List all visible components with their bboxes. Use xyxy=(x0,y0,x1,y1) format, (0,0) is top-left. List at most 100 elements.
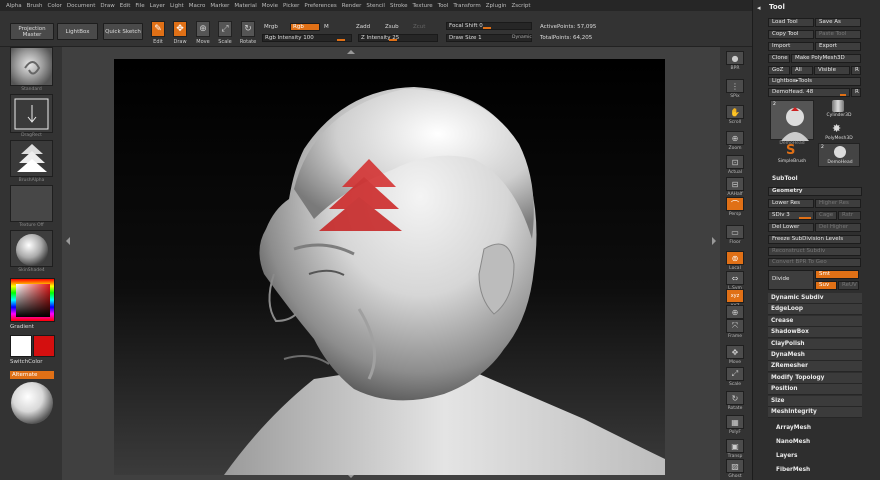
r-button-2[interactable]: R xyxy=(851,88,861,97)
menu-item[interactable]: Texture xyxy=(413,3,438,9)
geometry-item[interactable]: MeshIntegrity xyxy=(768,407,862,418)
dynamic-button[interactable]: Dynamic xyxy=(512,35,532,40)
right-shelf-button[interactable]: ▣ Transp xyxy=(723,439,747,461)
menu-item[interactable]: Marker xyxy=(210,3,234,9)
menu-item[interactable]: Stroke xyxy=(390,3,413,9)
menu-item[interactable]: Alpha xyxy=(6,3,27,9)
menu-item[interactable]: Movie xyxy=(262,3,283,9)
right-shelf-button[interactable]: ● BPR xyxy=(723,51,747,73)
menu-item[interactable]: Document xyxy=(67,3,101,9)
menu-item[interactable]: Brush xyxy=(27,3,48,9)
demohead-model[interactable] xyxy=(114,59,665,475)
m-button[interactable]: M xyxy=(324,24,329,30)
geometry-item[interactable]: Crease xyxy=(768,315,862,327)
material-thumbnail[interactable] xyxy=(10,230,53,267)
tool-section[interactable]: FiberMesh xyxy=(772,465,866,476)
smt-toggle[interactable]: Smt xyxy=(815,270,859,279)
cage-button[interactable]: Cage xyxy=(815,211,837,220)
mrgb-button[interactable]: Mrgb xyxy=(264,24,278,30)
color-picker[interactable] xyxy=(10,278,55,322)
menu-item[interactable]: Zplugin xyxy=(486,3,512,9)
switchcolor-button[interactable]: SwitchColor xyxy=(10,359,43,365)
divide-button[interactable]: Divide xyxy=(768,270,814,290)
zcut-button[interactable]: Zcut xyxy=(413,24,425,30)
lightbox-tools-button[interactable]: Lightbox▸Tools xyxy=(768,77,861,86)
geometry-item[interactable]: DynaMesh xyxy=(768,350,862,361)
right-shelf-button[interactable]: ⊚ Local xyxy=(723,251,747,273)
reuv-button[interactable]: ReUV xyxy=(838,281,859,290)
menu-item[interactable]: Preferences xyxy=(304,3,341,9)
lower-res-button[interactable]: Lower Res xyxy=(768,199,814,208)
menu-item[interactable]: Color xyxy=(48,3,67,9)
right-shelf-button[interactable]: ▭ Floor xyxy=(723,225,747,247)
freeze-subdivision-button[interactable]: Freeze SubDivision Levels xyxy=(768,235,861,244)
draw-button[interactable]: ✥ Draw xyxy=(170,19,190,49)
alternate-button[interactable]: Alternate xyxy=(10,371,54,379)
collapse-left-arrow-icon[interactable] xyxy=(66,237,70,245)
right-shelf-button[interactable]: ⋮ SPix xyxy=(723,79,747,101)
rotate-button[interactable]: ↻ Rotate xyxy=(238,19,258,49)
menu-item[interactable]: Macro xyxy=(189,3,211,9)
menu-item[interactable]: Stencil xyxy=(366,3,390,9)
geometry-item[interactable]: ZRemesher xyxy=(768,361,862,373)
viewport-canvas[interactable] xyxy=(114,59,665,475)
brush-thumbnail[interactable] xyxy=(10,47,53,86)
scale-button[interactable]: ⤢ Scale xyxy=(215,19,235,49)
geometry-item[interactable]: Position xyxy=(768,384,862,396)
z-intensity-slider[interactable]: Z Intensity 25 xyxy=(358,34,438,42)
suv-toggle[interactable]: Suv xyxy=(815,281,837,290)
geometry-item[interactable]: Dynamic Subdiv xyxy=(768,293,862,304)
move-button[interactable]: ⊕ Move xyxy=(193,19,213,49)
tool-thumb-cylinder3d[interactable]: Cylinder3D xyxy=(818,100,860,120)
geometry-item[interactable]: Size xyxy=(768,395,862,407)
paste-tool-button[interactable]: Paste Tool xyxy=(815,30,861,39)
higher-res-button[interactable]: Higher Res xyxy=(815,199,861,208)
right-shelf-button[interactable]: ⊟ AAHalf xyxy=(723,177,747,199)
tool-thumb-demohead-2[interactable]: 2 DemoHead xyxy=(818,143,860,167)
all-button[interactable]: All xyxy=(791,66,813,75)
edit-button[interactable]: ✎ Edit xyxy=(148,19,168,49)
alpha-thumbnail[interactable] xyxy=(10,140,53,177)
lightbox-button[interactable]: LightBox xyxy=(57,23,98,40)
menu-item[interactable]: Zscript xyxy=(511,3,535,9)
geometry-item[interactable]: ShadowBox xyxy=(768,327,862,339)
right-shelf-button[interactable]: ▨ Ghost xyxy=(723,459,747,480)
geometry-item[interactable]: ClayPolish xyxy=(768,338,862,350)
collapse-right-arrow-icon[interactable] xyxy=(712,237,716,245)
del-higher-button[interactable]: Del Higher xyxy=(815,223,861,232)
menu-item[interactable]: File xyxy=(135,3,149,9)
reconstruct-subdiv-button[interactable]: Reconstruct Subdiv xyxy=(768,247,861,256)
menu-item[interactable]: Material xyxy=(234,3,261,9)
tool-section[interactable]: ArrayMesh xyxy=(772,423,866,434)
color-square[interactable] xyxy=(16,284,50,317)
tool-thumb-polymesh3d[interactable]: ✸ PolyMesh3D xyxy=(818,122,860,142)
right-shelf-button[interactable]: ↻ Rotate xyxy=(723,391,747,413)
r-button[interactable]: R xyxy=(851,66,861,75)
tool-section[interactable]: NanoMesh xyxy=(772,437,866,448)
right-shelf-button[interactable]: ✋ Scroll xyxy=(723,105,747,127)
collapse-top-arrow-icon[interactable] xyxy=(347,50,355,54)
rgb-intensity-slider[interactable]: Rgb Intensity 100 xyxy=(262,34,352,42)
goz-button[interactable]: GoZ xyxy=(768,66,790,75)
load-tool-button[interactable]: Load Tool xyxy=(768,18,814,27)
visible-button[interactable]: Visible xyxy=(814,66,850,75)
sdiv-slider[interactable]: SDiv 3 xyxy=(768,211,814,220)
clone-button[interactable]: Clone xyxy=(768,54,790,63)
menu-item[interactable]: Render xyxy=(342,3,367,9)
quick-sketch-button[interactable]: Quick Sketch xyxy=(103,23,143,40)
copy-tool-button[interactable]: Copy Tool xyxy=(768,30,814,39)
current-tool-slider[interactable]: DemoHead. 48 xyxy=(768,88,850,97)
projection-master-button[interactable]: Projection Master xyxy=(10,23,54,40)
rgb-button[interactable]: Rgb xyxy=(290,23,320,31)
del-lower-button[interactable]: Del Lower xyxy=(768,223,814,232)
menu-item[interactable]: Tool xyxy=(438,3,454,9)
geometry-item[interactable]: EdgeLoop xyxy=(768,304,862,316)
tool-palette-arrow-icon[interactable]: ◂ xyxy=(757,4,761,12)
convert-bpr-button[interactable]: Convert BPR To Geo xyxy=(768,258,861,267)
right-shelf-button[interactable]: ⤧ Frame xyxy=(723,319,747,341)
menu-item[interactable]: Light xyxy=(170,3,189,9)
menu-item[interactable]: Edit xyxy=(120,3,136,9)
gradient-label[interactable]: Gradient xyxy=(10,324,34,330)
menu-item[interactable]: Transform xyxy=(453,3,485,9)
right-shelf-button[interactable]: ▦ PolyF xyxy=(723,415,747,437)
